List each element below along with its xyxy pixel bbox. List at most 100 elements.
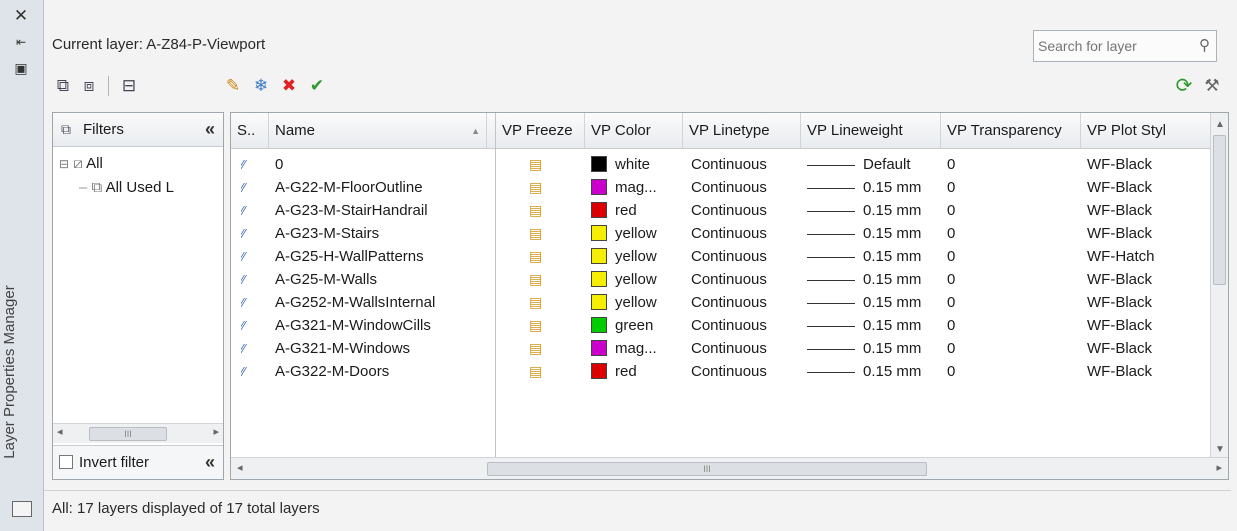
grid-horizontal-scrollbar[interactable]: ◂ III ▸ bbox=[231, 457, 1228, 479]
layer-row[interactable]: ⁄⁄ A-G23-M-StairHandrail ▤ red Continuous 0.1… bbox=[231, 199, 1210, 222]
search-input[interactable] bbox=[1038, 34, 1188, 58]
vp-freeze-cell[interactable]: ▤ bbox=[529, 337, 553, 360]
column-vp-plot-style[interactable]: VP Plot Styl bbox=[1081, 113, 1191, 149]
new-group-filter-icon[interactable]: ⧈ bbox=[76, 74, 102, 98]
vp-color-cell[interactable]: yellow bbox=[591, 222, 683, 245]
collapse-filter-icon[interactable]: « bbox=[205, 119, 215, 140]
layer-row[interactable]: ⁄⁄ A-G321-M-WindowCills ▤ green Continuous 0.… bbox=[231, 314, 1210, 337]
layer-row[interactable]: ⁄⁄ 0 ▤ white Continuous Default 0 WF-Black bbox=[231, 153, 1210, 176]
search-icon[interactable]: ⚲ bbox=[1199, 36, 1210, 54]
new-property-filter-icon[interactable]: ⧉ bbox=[50, 74, 76, 98]
vp-freeze-cell[interactable]: ▤ bbox=[529, 268, 553, 291]
vp-linetype[interactable]: Continuous bbox=[691, 222, 801, 245]
status-cell[interactable]: ⁄⁄ bbox=[241, 153, 265, 176]
search-box[interactable]: ⚲ bbox=[1033, 30, 1217, 62]
vp-lineweight-cell[interactable]: 0.15 mm bbox=[807, 268, 941, 291]
status-cell[interactable]: ⁄⁄ bbox=[241, 291, 265, 314]
column-vp-linetype[interactable]: VP Linetype bbox=[683, 113, 801, 149]
vp-freeze-cell[interactable]: ▤ bbox=[529, 245, 553, 268]
vp-linetype[interactable]: Continuous bbox=[691, 337, 801, 360]
vp-plot-style[interactable]: WF-Black bbox=[1087, 337, 1191, 360]
scroll-right-icon[interactable]: ▸ bbox=[1216, 461, 1222, 474]
vp-transparency[interactable]: 0 bbox=[947, 199, 1077, 222]
status-cell[interactable]: ⁄⁄ bbox=[241, 360, 265, 383]
vp-linetype[interactable]: Continuous bbox=[691, 176, 801, 199]
status-cell[interactable]: ⁄⁄ bbox=[241, 337, 265, 360]
layer-name[interactable]: 0 bbox=[275, 153, 487, 176]
vp-transparency[interactable]: 0 bbox=[947, 222, 1077, 245]
column-vp-freeze[interactable]: VP Freeze bbox=[495, 113, 585, 149]
vp-freeze-cell[interactable]: ▤ bbox=[529, 314, 553, 337]
vp-lineweight-cell[interactable]: 0.15 mm bbox=[807, 199, 941, 222]
scroll-left-icon[interactable]: ◂ bbox=[57, 425, 63, 438]
vp-lineweight-cell[interactable]: 0.15 mm bbox=[807, 337, 941, 360]
vp-freeze-cell[interactable]: ▤ bbox=[529, 222, 553, 245]
invert-filter-checkbox[interactable] bbox=[59, 455, 73, 469]
vp-transparency[interactable]: 0 bbox=[947, 245, 1077, 268]
layer-row[interactable]: ⁄⁄ A-G23-M-Stairs ▤ yellow Continuous 0.15 mm… bbox=[231, 222, 1210, 245]
vp-transparency[interactable]: 0 bbox=[947, 176, 1077, 199]
vp-color-cell[interactable]: red bbox=[591, 360, 683, 383]
layer-row[interactable]: ⁄⁄ A-G252-M-WallsInternal ▤ yellow Continuou… bbox=[231, 291, 1210, 314]
vp-plot-style[interactable]: WF-Black bbox=[1087, 291, 1191, 314]
vp-transparency[interactable]: 0 bbox=[947, 360, 1077, 383]
vp-plot-style[interactable]: WF-Black bbox=[1087, 176, 1191, 199]
scroll-thumb[interactable] bbox=[1213, 135, 1226, 285]
vp-freeze-cell[interactable]: ▤ bbox=[529, 176, 553, 199]
vp-plot-style[interactable]: WF-Black bbox=[1087, 314, 1191, 337]
new-layer-vp-frozen-icon[interactable]: ❄ bbox=[248, 74, 274, 98]
vp-freeze-cell[interactable]: ▤ bbox=[529, 153, 553, 176]
vp-color-cell[interactable]: mag... bbox=[591, 176, 683, 199]
layer-name[interactable]: A-G25-H-WallPatterns bbox=[275, 245, 487, 268]
layer-name[interactable]: A-G321-M-Windows bbox=[275, 337, 487, 360]
layer-row[interactable]: ⁄⁄ A-G25-M-Walls ▤ yellow Continuous 0.15 mm 0… bbox=[231, 268, 1210, 291]
vp-color-cell[interactable]: mag... bbox=[591, 337, 683, 360]
delete-layer-icon[interactable]: ✖ bbox=[276, 74, 302, 98]
column-status[interactable]: S.. bbox=[231, 113, 269, 149]
status-cell[interactable]: ⁄⁄ bbox=[241, 176, 265, 199]
layer-row[interactable]: ⁄⁄ A-G321-M-Windows ▤ mag... Continuous 0.15 … bbox=[231, 337, 1210, 360]
filter-horizontal-scrollbar[interactable]: ◂ III ▸ bbox=[53, 423, 223, 443]
tree-node-all[interactable]: ⊟ ⧄ All bbox=[59, 155, 103, 172]
vp-lineweight-cell[interactable]: 0.15 mm bbox=[807, 291, 941, 314]
scroll-down-icon[interactable]: ▼ bbox=[1215, 444, 1225, 455]
vp-color-cell[interactable]: green bbox=[591, 314, 683, 337]
scroll-right-icon[interactable]: ▸ bbox=[213, 425, 219, 438]
vp-freeze-cell[interactable]: ▤ bbox=[529, 291, 553, 314]
vp-linetype[interactable]: Continuous bbox=[691, 153, 801, 176]
vp-linetype[interactable]: Continuous bbox=[691, 245, 801, 268]
vp-linetype[interactable]: Continuous bbox=[691, 268, 801, 291]
vp-linetype[interactable]: Continuous bbox=[691, 291, 801, 314]
status-cell[interactable]: ⁄⁄ bbox=[241, 245, 265, 268]
set-current-icon[interactable]: ✔ bbox=[304, 74, 330, 98]
tree-expander-icon[interactable]: ⊟ bbox=[59, 157, 69, 171]
status-cell[interactable]: ⁄⁄ bbox=[241, 199, 265, 222]
layer-name[interactable]: A-G23-M-StairHandrail bbox=[275, 199, 487, 222]
vp-plot-style[interactable]: WF-Black bbox=[1087, 268, 1191, 291]
status-cell[interactable]: ⁄⁄ bbox=[241, 268, 265, 291]
vp-transparency[interactable]: 0 bbox=[947, 337, 1077, 360]
vp-transparency[interactable]: 0 bbox=[947, 268, 1077, 291]
properties-icon[interactable]: ▣ bbox=[8, 56, 34, 80]
vp-plot-style[interactable]: WF-Black bbox=[1087, 199, 1191, 222]
grid-vertical-scrollbar[interactable]: ▲ ▼ bbox=[1210, 113, 1228, 459]
vp-color-cell[interactable]: white bbox=[591, 153, 683, 176]
vp-lineweight-cell[interactable]: Default bbox=[807, 153, 941, 176]
vp-linetype[interactable]: Continuous bbox=[691, 314, 801, 337]
column-name[interactable]: Name ▲ bbox=[269, 113, 487, 149]
scroll-thumb[interactable]: III bbox=[89, 427, 167, 441]
scroll-up-icon[interactable]: ▲ bbox=[1215, 119, 1225, 130]
status-cell[interactable]: ⁄⁄ bbox=[241, 222, 265, 245]
vp-lineweight-cell[interactable]: 0.15 mm bbox=[807, 176, 941, 199]
layer-row[interactable]: ⁄⁄ A-G22-M-FloorOutline ▤ mag... Continuous 0… bbox=[231, 176, 1210, 199]
layer-row[interactable]: ⁄⁄ A-G25-H-WallPatterns ▤ yellow Continuous 0… bbox=[231, 245, 1210, 268]
column-vp-color[interactable]: VP Color bbox=[585, 113, 683, 149]
vp-plot-style[interactable]: WF-Black bbox=[1087, 153, 1191, 176]
vp-color-cell[interactable]: yellow bbox=[591, 291, 683, 314]
vp-color-cell[interactable]: yellow bbox=[591, 268, 683, 291]
tree-node-all-used[interactable]: – ⧉ All Used L bbox=[79, 179, 223, 196]
vp-transparency[interactable]: 0 bbox=[947, 291, 1077, 314]
vp-transparency[interactable]: 0 bbox=[947, 314, 1077, 337]
layer-name[interactable]: A-G22-M-FloorOutline bbox=[275, 176, 487, 199]
vp-lineweight-cell[interactable]: 0.15 mm bbox=[807, 222, 941, 245]
